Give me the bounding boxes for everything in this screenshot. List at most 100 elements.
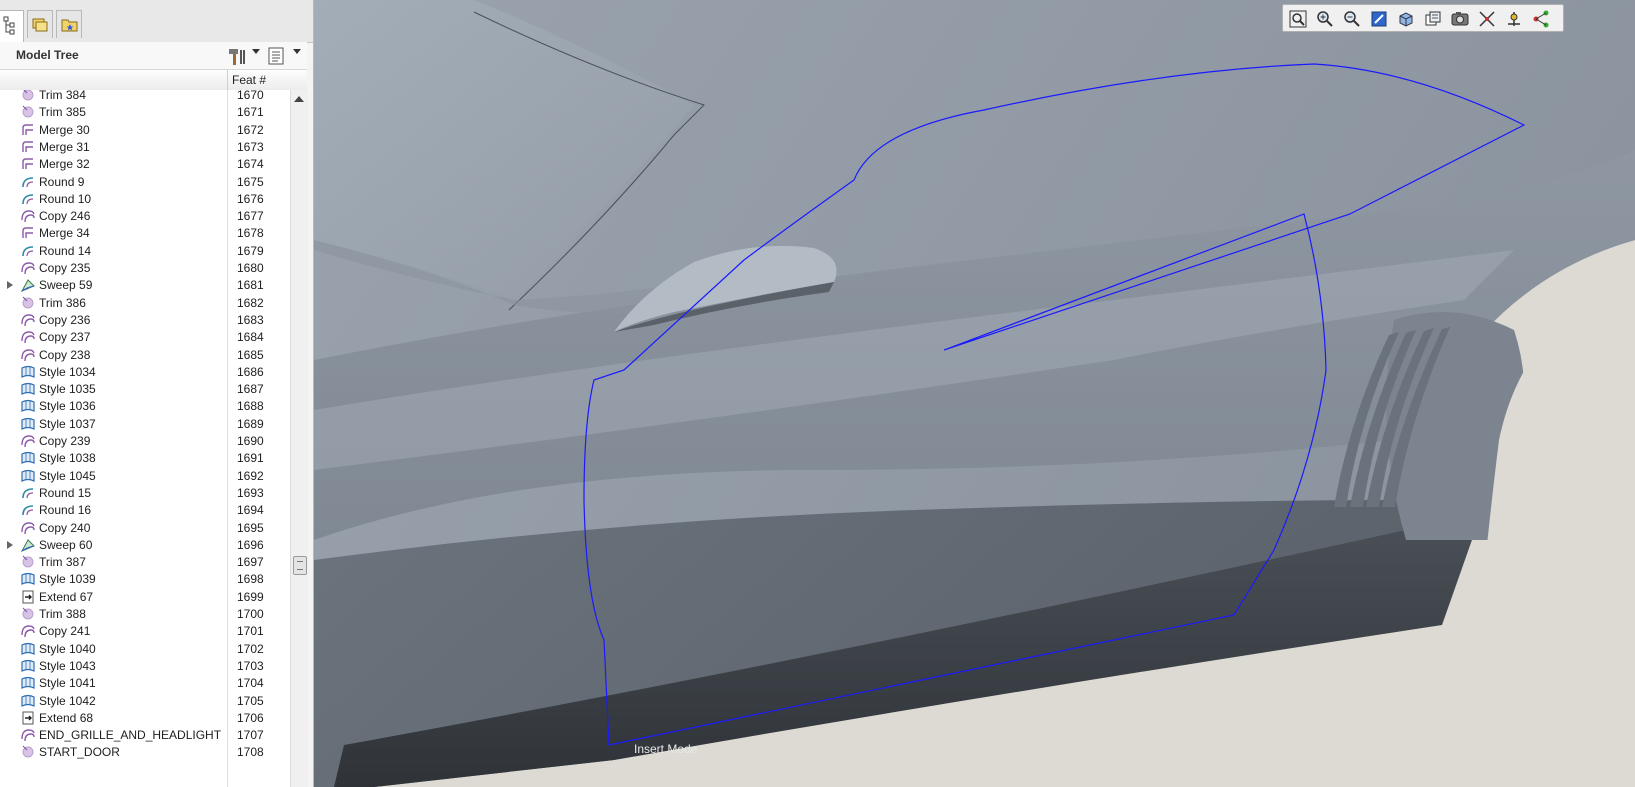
tree-row[interactable]: Trim 384 1670 — [0, 90, 290, 104]
style-feature-icon — [20, 381, 36, 397]
feature-name: Style 1043 — [39, 658, 96, 673]
tree-row[interactable]: Sweep 60 1696 — [0, 536, 290, 554]
tree-scrollbar[interactable] — [290, 90, 308, 787]
feature-name: Merge 32 — [39, 157, 90, 172]
zoom-out-icon — [1344, 11, 1360, 27]
tree-row[interactable]: START_DOOR 1708 — [0, 743, 290, 761]
feature-number: 1697 — [237, 555, 264, 570]
tree-row[interactable]: Trim 386 1682 — [0, 294, 290, 312]
tree-row[interactable]: Style 1041 1704 — [0, 674, 290, 692]
tree-row[interactable]: Round 16 1694 — [0, 501, 290, 519]
model-tree-header: Model Tree — [0, 42, 307, 70]
show-dropdown-icon[interactable] — [293, 49, 301, 54]
tree-row[interactable]: Style 1039 1698 — [0, 570, 290, 588]
spin-center-button[interactable] — [1502, 8, 1526, 30]
display-style-button[interactable] — [1394, 8, 1418, 30]
tab-folder-browser[interactable] — [27, 10, 53, 38]
zoom-in-icon — [1317, 11, 1333, 27]
repaint-icon — [1371, 11, 1387, 27]
trim-feature-icon — [20, 554, 36, 570]
tree-row[interactable]: Style 1040 1702 — [0, 640, 290, 658]
tree-row[interactable]: Extend 67 1699 — [0, 588, 290, 606]
tree-row[interactable]: Style 1035 1687 — [0, 380, 290, 398]
tree-row[interactable]: Style 1042 1705 — [0, 692, 290, 710]
tab-favorites[interactable] — [56, 10, 82, 38]
scroll-thumb[interactable] — [293, 556, 307, 575]
style-feature-icon — [20, 364, 36, 380]
tree-row[interactable]: Copy 238 1685 — [0, 346, 290, 364]
annotation-display-button[interactable] — [1529, 8, 1553, 30]
feature-name: Copy 240 — [39, 520, 91, 535]
trim-feature-icon — [20, 606, 36, 622]
merge-feature-icon — [20, 139, 36, 155]
status-mode-text: Insert Mode — [634, 742, 698, 756]
feature-number: 1694 — [237, 503, 264, 518]
tree-row[interactable]: Merge 34 1678 — [0, 224, 290, 242]
scroll-up-arrow-icon[interactable] — [294, 96, 304, 102]
style-feature-icon — [20, 641, 36, 657]
zoom-in-button[interactable] — [1313, 8, 1337, 30]
feature-number: 1682 — [237, 295, 264, 310]
settings-dropdown-icon[interactable] — [252, 49, 260, 54]
column-header-name[interactable] — [0, 70, 228, 90]
view-manager-button[interactable] — [1448, 8, 1472, 30]
saved-views-button[interactable] — [1421, 8, 1445, 30]
tree-row[interactable]: Round 15 1693 — [0, 484, 290, 502]
expand-arrow-icon[interactable] — [7, 540, 13, 549]
feature-name: Merge 31 — [39, 139, 90, 154]
feature-name: Trim 388 — [39, 607, 86, 621]
tab-model-tree[interactable] — [0, 10, 24, 42]
tree-row[interactable]: Copy 239 1690 — [0, 432, 290, 450]
tree-row[interactable]: END_GRILLE_AND_HEADLIGHT 1707 — [0, 726, 290, 744]
favorites-tab-icon — [61, 19, 78, 32]
copy-feature-icon — [20, 260, 36, 276]
tree-row[interactable]: Style 1045 1692 — [0, 467, 290, 485]
tree-row[interactable]: Trim 388 1700 — [0, 605, 290, 623]
feature-name: Trim 385 — [39, 105, 86, 120]
tree-row[interactable]: Round 9 1675 — [0, 173, 290, 191]
tree-row[interactable]: Trim 385 1671 — [0, 103, 290, 121]
tree-row[interactable]: Style 1037 1689 — [0, 415, 290, 433]
saved-views-icon — [1425, 11, 1441, 26]
copy-feature-icon — [20, 208, 36, 224]
tree-row[interactable]: Trim 387 1697 — [0, 553, 290, 571]
trim-feature-icon — [20, 104, 36, 120]
tree-row[interactable]: Style 1034 1686 — [0, 363, 290, 381]
tree-row[interactable]: Merge 30 1672 — [0, 121, 290, 139]
refit-button[interactable] — [1286, 8, 1310, 30]
tree-row[interactable]: Style 1036 1688 — [0, 397, 290, 415]
column-header-feat-num[interactable]: Feat # — [232, 73, 266, 87]
tree-row[interactable]: Copy 241 1701 — [0, 622, 290, 640]
feature-number: 1707 — [237, 728, 264, 743]
tree-row[interactable]: Merge 31 1673 — [0, 138, 290, 156]
feature-number: 1703 — [237, 658, 264, 673]
hammer-settings-icon[interactable] — [226, 46, 248, 66]
feature-name: Copy 235 — [39, 261, 91, 275]
tree-row[interactable]: Style 1038 1691 — [0, 449, 290, 467]
tree-row[interactable]: Style 1043 1703 — [0, 657, 290, 675]
tree-row[interactable]: Round 10 1676 — [0, 190, 290, 208]
feature-name: Style 1035 — [39, 382, 96, 397]
tree-row[interactable]: Round 14 1679 — [0, 242, 290, 260]
tree-row[interactable]: Sweep 59 1681 — [0, 276, 290, 294]
tree-row[interactable]: Copy 236 1683 — [0, 311, 290, 329]
show-columns-icon[interactable] — [268, 46, 286, 66]
tree-row[interactable]: Copy 237 1684 — [0, 328, 290, 346]
tree-row[interactable]: Copy 240 1695 — [0, 519, 290, 537]
model-tree-title: Model Tree — [16, 48, 79, 62]
tree-row[interactable]: Extend 68 1706 — [0, 709, 290, 727]
model-tree-list: Trim 384 1670 Trim 385 1671 Merge 30 1672 Merg… — [0, 90, 290, 787]
tree-row[interactable]: Merge 32 1674 — [0, 155, 290, 173]
tree-row[interactable]: Copy 246 1677 — [0, 207, 290, 225]
feature-number: 1673 — [237, 139, 264, 154]
datum-display-button[interactable] — [1475, 8, 1499, 30]
graphics-viewport[interactable]: Insert Mode — [314, 0, 1635, 787]
zoom-out-button[interactable] — [1340, 8, 1364, 30]
repaint-button[interactable] — [1367, 8, 1391, 30]
round-feature-icon — [20, 174, 36, 190]
expand-arrow-icon[interactable] — [7, 281, 13, 290]
merge-feature-icon — [20, 122, 36, 138]
feature-number: 1695 — [237, 520, 264, 535]
trim-feature-icon — [20, 744, 36, 760]
tree-row[interactable]: Copy 235 1680 — [0, 259, 290, 277]
